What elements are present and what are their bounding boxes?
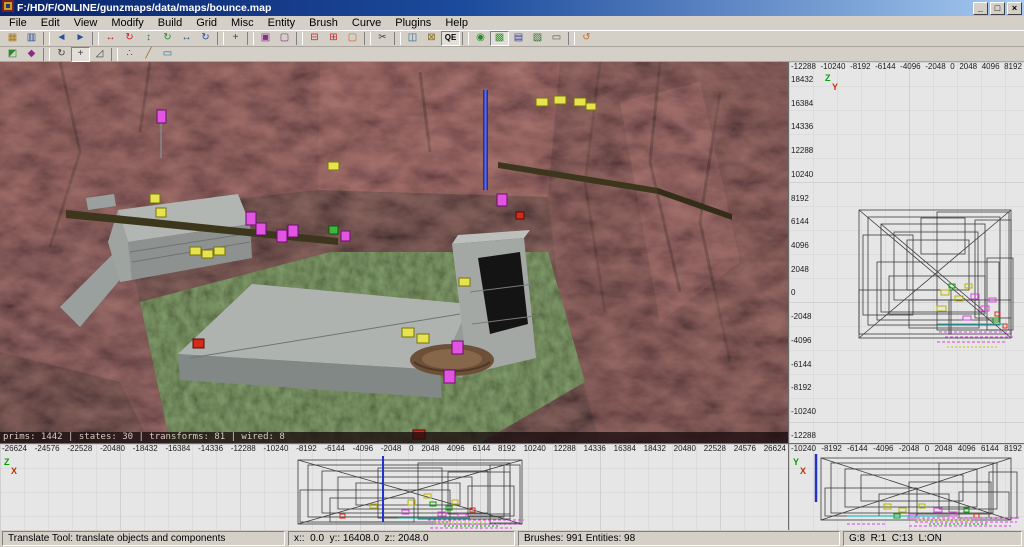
menubar: File Edit View Modify Build Grid Misc Entity Bru… <box>0 16 1024 31</box>
toolbar-separator <box>43 47 50 61</box>
menu-item[interactable]: Curve <box>345 16 388 31</box>
texture-lock-button[interactable]: ⊠ <box>422 31 441 46</box>
viewport-2d-side[interactable]: -12288 -10240 -8192 -6144 -4096 -2048 0 2048 409… <box>789 62 1024 443</box>
menu-item[interactable]: File <box>2 16 34 31</box>
console-button[interactable]: ▭ <box>547 31 566 46</box>
csg-subtract-button[interactable]: ⊟ <box>305 31 324 46</box>
close-button[interactable]: × <box>1007 1 1022 15</box>
save-button[interactable]: ▥ <box>22 31 41 46</box>
complex-move-button[interactable]: + <box>226 31 245 46</box>
workspace: prims: 1442 | states: 30 | transforms: 8… <box>0 62 1024 530</box>
toolbar-separator <box>111 47 118 61</box>
application-window: F:/HD/F/ONLINE/gunzmaps/data/maps/bounce… <box>0 0 1024 547</box>
toolbar-separator <box>364 32 371 45</box>
toolbar-separator <box>43 32 50 45</box>
entity-list-button[interactable]: ▤ <box>509 31 528 46</box>
select-touching-button[interactable]: ▣ <box>256 31 275 46</box>
camera-render <box>0 62 788 443</box>
refresh-models-button[interactable]: ↺ <box>577 31 596 46</box>
viewport-2d-top[interactable]: -10240 -8192 -6144 -4096 -2048 0 2048 4096 6144 8… <box>789 444 1024 530</box>
titlebar: F:/HD/F/ONLINE/gunzmaps/data/maps/bounce… <box>0 0 1024 16</box>
menu-item[interactable]: Edit <box>34 16 67 31</box>
toolbar-separator <box>92 32 99 45</box>
qe-tool-button[interactable]: QE <box>441 31 460 46</box>
toolbar-separator <box>217 32 224 45</box>
toolbar-secondary: ◩ ◆ ↻ + ◿ ∴ ╱ ▭ <box>0 46 1024 62</box>
edge-mode-button[interactable]: ╱ <box>139 47 158 62</box>
x-flip-button[interactable]: ↔ <box>101 31 120 46</box>
window-title: F:/HD/F/ONLINE/gunzmaps/data/maps/bounce… <box>17 2 272 14</box>
menu-item[interactable]: Build <box>151 16 189 31</box>
redo-button[interactable]: ► <box>71 31 90 46</box>
status-tool: Translate Tool: translate objects and co… <box>2 531 285 546</box>
y-rotate-button[interactable]: ↻ <box>158 31 177 46</box>
select-inside-button[interactable]: ▢ <box>275 31 294 46</box>
open-button[interactable]: ▦ <box>3 31 22 46</box>
minimize-button[interactable]: _ <box>973 1 988 15</box>
change-views-button[interactable]: ◫ <box>403 31 422 46</box>
csg-merge-button[interactable]: ⊞ <box>324 31 343 46</box>
status-counts: Brushes: 991 Entities: 98 <box>518 531 840 546</box>
face-mode-button[interactable]: ▭ <box>158 47 177 62</box>
menu-item[interactable]: Modify <box>104 16 150 31</box>
z-rotate-button[interactable]: ↻ <box>196 31 215 46</box>
translate-tool-button[interactable]: + <box>71 46 90 62</box>
menu-item[interactable]: View <box>67 16 105 31</box>
statusbar: Translate Tool: translate objects and co… <box>0 530 1024 547</box>
app-icon <box>2 0 14 17</box>
window-controls: _ □ × <box>973 1 1022 15</box>
toolbar-separator <box>394 32 401 45</box>
toolbar-separator <box>247 32 254 45</box>
toolbar-separator <box>296 32 303 45</box>
texture-mode-button[interactable]: ▩ <box>490 31 509 46</box>
y-flip-button[interactable]: ↕ <box>139 31 158 46</box>
maximize-button[interactable]: □ <box>990 1 1005 15</box>
menu-item[interactable]: Grid <box>189 16 224 31</box>
toolbar-separator <box>462 32 469 45</box>
toolbar-separator <box>568 32 575 45</box>
viewport-2d-front[interactable]: -26624 -24576 -22528 -20480 -18432 -16384 -143… <box>0 444 788 530</box>
x-rotate-button[interactable]: ↻ <box>120 31 139 46</box>
rotate-tool-button[interactable]: ↻ <box>52 47 71 62</box>
top-view-render <box>789 444 1024 530</box>
surface-inspector-button[interactable]: ▨ <box>528 31 547 46</box>
show-models-button[interactable]: ◆ <box>22 47 41 62</box>
menu-item[interactable]: Help <box>438 16 475 31</box>
scale-tool-button[interactable]: ◿ <box>90 47 109 62</box>
vertex-mode-button[interactable]: ∴ <box>120 47 139 62</box>
show-entities-button[interactable]: ◩ <box>3 47 22 62</box>
menu-item[interactable]: Plugins <box>388 16 438 31</box>
status-coordinates: x:: 0.0 y:: 16408.0 z:: 2048.0 <box>288 531 515 546</box>
undo-button[interactable]: ◄ <box>52 31 71 46</box>
status-grid: G:8 R:1 C:13 L:ON <box>843 531 1022 546</box>
front-view-render <box>0 444 788 530</box>
menu-item[interactable]: Misc <box>224 16 261 31</box>
viewport-3d-camera[interactable]: prims: 1442 | states: 30 | transforms: 8… <box>0 62 788 443</box>
make-hollow-button[interactable]: ▢ <box>343 31 362 46</box>
toolbar-main: ▦ ▥ ◄ ► ↔ ↻ ↕ ↻ ↔ ↻ + ▣ ▢ ⊟ ⊞ ▢ ✂ ◫ ⊠ QE ◉ ▩ ▤ ▨ ▭ ↺ <box>0 31 1024 47</box>
menu-item[interactable]: Entity <box>261 16 303 31</box>
render-stats: prims: 1442 | states: 30 | transforms: 8… <box>0 432 788 443</box>
z-flip-button[interactable]: ↔ <box>177 31 196 46</box>
clipper-button[interactable]: ✂ <box>373 31 392 46</box>
menu-item[interactable]: Brush <box>302 16 345 31</box>
camera-mode-button[interactable]: ◉ <box>471 31 490 46</box>
side-view-render <box>789 62 1024 443</box>
